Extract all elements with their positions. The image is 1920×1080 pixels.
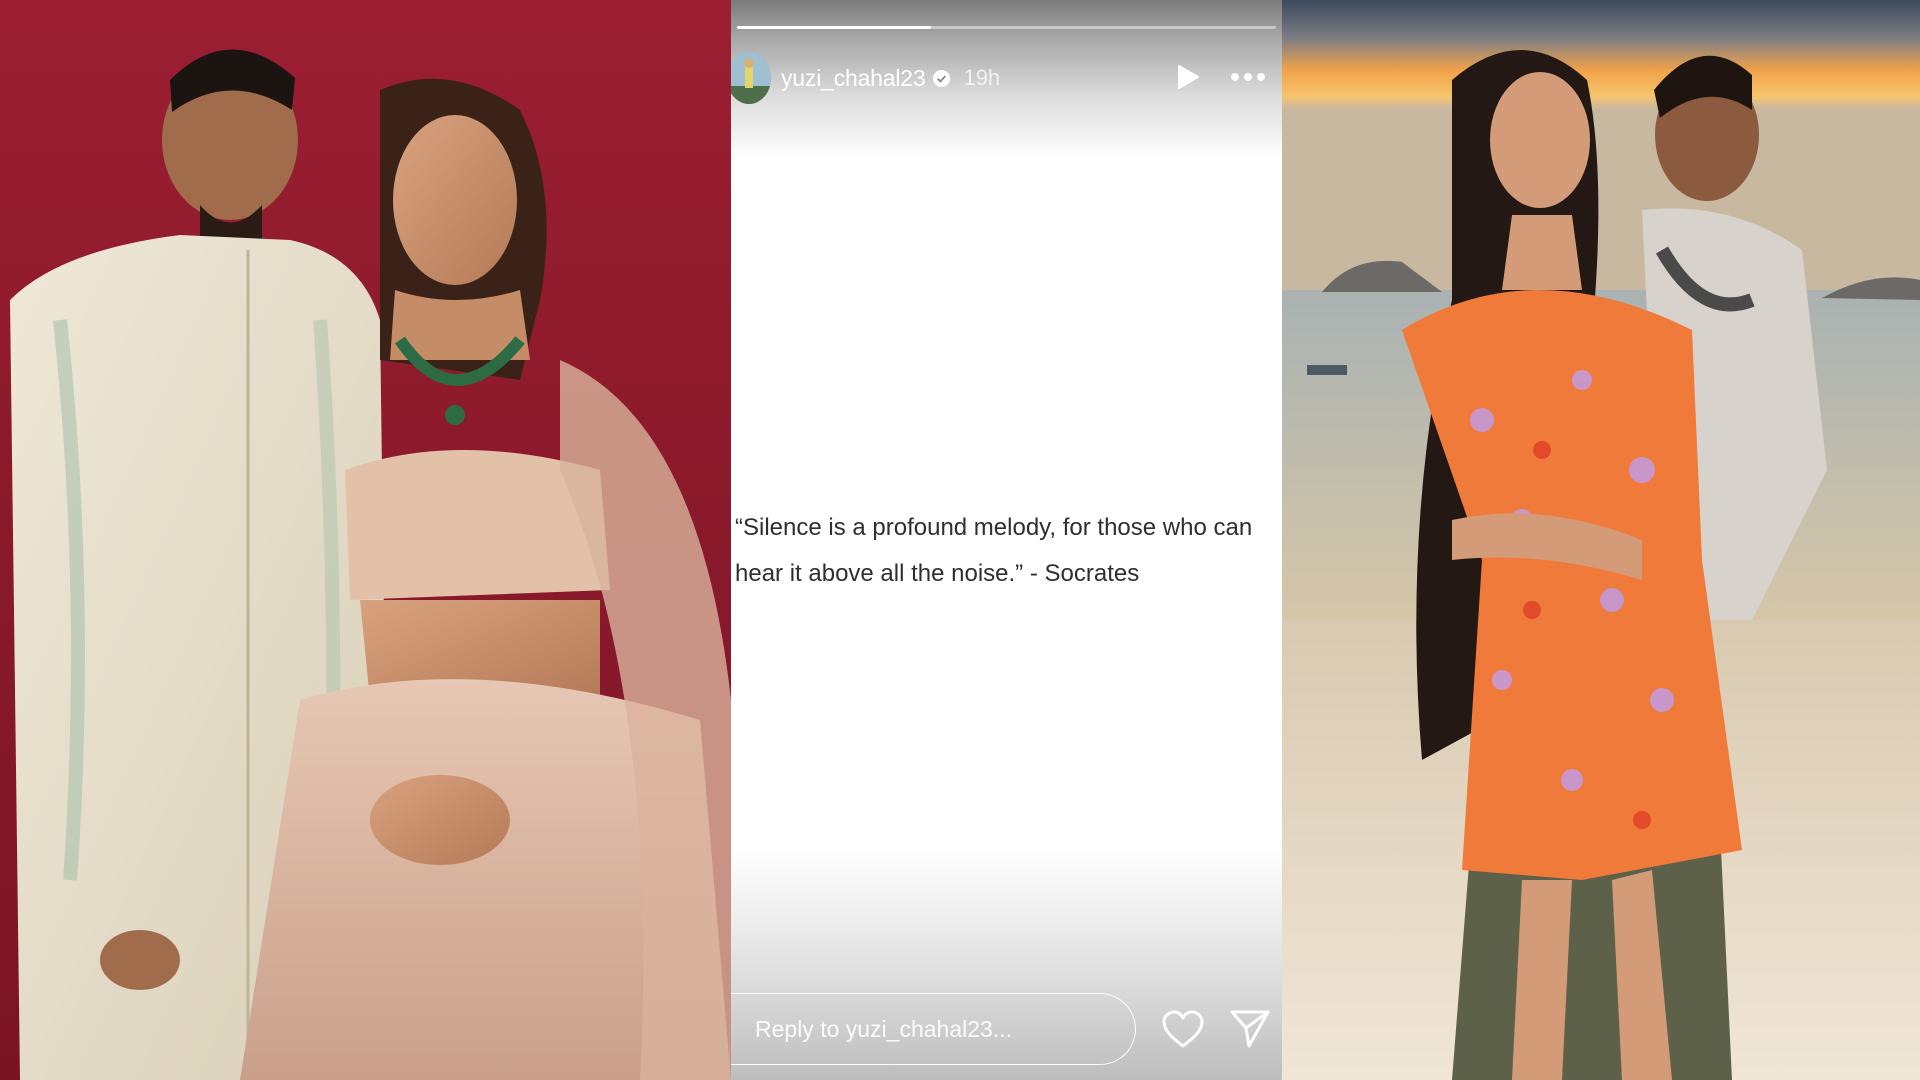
share-button[interactable]: [1229, 1008, 1271, 1050]
play-button[interactable]: [1173, 62, 1203, 92]
send-icon: [1230, 1010, 1270, 1048]
story-progress-bar: [737, 26, 1276, 29]
verified-badge-icon: [931, 68, 951, 88]
story-quote-text: “Silence is a profound melody, for those…: [735, 514, 1253, 587]
reply-input[interactable]: [753, 1014, 1117, 1044]
like-button[interactable]: [1161, 1010, 1205, 1050]
left-couple-photo: [0, 0, 731, 1080]
couple-beach-sunset-illustration: [1282, 0, 1920, 1080]
couple-ethnic-wear-illustration: [10, 49, 731, 1080]
more-options-button[interactable]: [1228, 62, 1268, 92]
instagram-story-panel: yuzi_chahal23 19h “Silence is a profound…: [731, 0, 1282, 1080]
story-progress-fill: [737, 26, 932, 29]
avatar-image: [731, 52, 771, 104]
avatar[interactable]: [731, 52, 771, 104]
right-couple-beach-photo: [1282, 0, 1920, 1080]
reply-input-container[interactable]: [731, 993, 1136, 1065]
play-icon: [1178, 65, 1199, 89]
heart-icon: [1162, 1010, 1204, 1048]
more-options-icon: [1231, 73, 1265, 81]
story-timestamp: 19h: [963, 65, 1001, 90]
story-header: yuzi_chahal23 19h: [731, 52, 1282, 104]
story-username[interactable]: yuzi_chahal23: [781, 65, 926, 92]
